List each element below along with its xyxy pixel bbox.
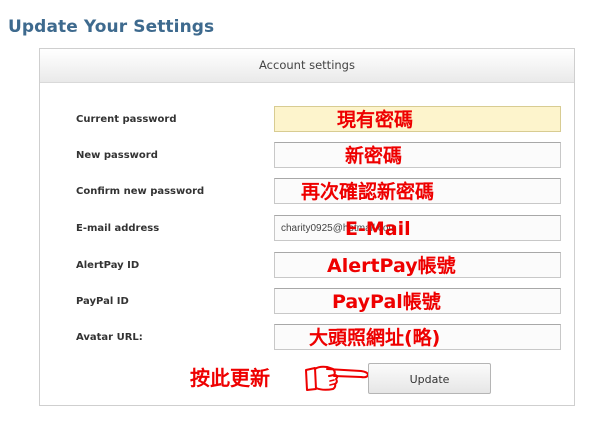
avatar-url-label: Avatar URL: bbox=[76, 332, 143, 343]
avatar-url-input[interactable] bbox=[274, 324, 561, 350]
alertpay-id-input[interactable] bbox=[274, 252, 561, 278]
click-to-update-annotation: 按此更新 bbox=[190, 366, 270, 390]
current-password-label: Current password bbox=[76, 114, 177, 125]
paypal-id-label: PayPal ID bbox=[76, 296, 129, 307]
new-password-label: New password bbox=[76, 150, 158, 161]
new-password-input[interactable] bbox=[274, 142, 561, 168]
form-row-confirm-password: Confirm new password 再次確認新密碼 bbox=[40, 178, 574, 206]
form-row-new-password: New password 新密碼 bbox=[40, 142, 574, 170]
form-row-alertpay-id: AlertPay ID AlertPay帳號 bbox=[40, 252, 574, 280]
form-row-paypal-id: PayPal ID PayPal帳號 bbox=[40, 288, 574, 316]
email-input[interactable] bbox=[274, 215, 561, 241]
form-row-email: E-mail address E-Mail bbox=[40, 215, 574, 243]
form-row-avatar-url: Avatar URL: 大頭照網址(略) bbox=[40, 324, 574, 352]
form-row-current-password: Current password 現有密碼 bbox=[40, 106, 574, 134]
update-button[interactable]: Update bbox=[368, 363, 491, 394]
alertpay-id-label: AlertPay ID bbox=[76, 260, 140, 271]
confirm-password-input[interactable] bbox=[274, 178, 561, 204]
current-password-input[interactable] bbox=[274, 106, 561, 132]
pointing-hand-icon bbox=[305, 365, 369, 391]
account-settings-panel: Account settings Current password 現有密碼 N… bbox=[39, 48, 575, 406]
page-title: Update Your Settings bbox=[8, 17, 215, 37]
panel-header: Account settings bbox=[40, 49, 574, 83]
email-label: E-mail address bbox=[76, 223, 160, 234]
confirm-password-label: Confirm new password bbox=[76, 186, 205, 197]
paypal-id-input[interactable] bbox=[274, 288, 561, 314]
